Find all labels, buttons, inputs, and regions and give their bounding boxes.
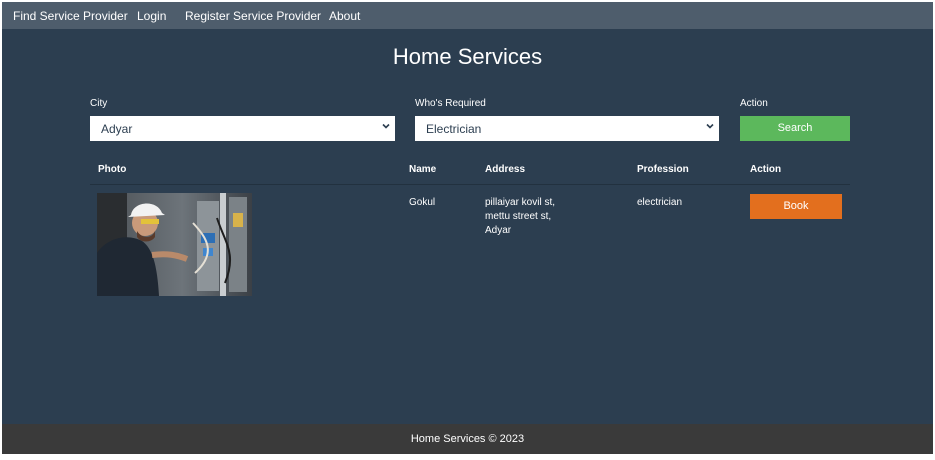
- address-line: pillaiyar kovil st,: [485, 197, 556, 208]
- city-select-value: Adyar: [101, 122, 133, 136]
- navbar: Find Service Provider Login Register Ser…: [2, 2, 933, 29]
- nav-find-service-provider[interactable]: Find Service Provider: [13, 9, 128, 23]
- header-photo: Photo: [98, 164, 127, 175]
- table-divider: [90, 184, 850, 185]
- provider-profession: electrician: [637, 197, 683, 208]
- nav-register-service-provider[interactable]: Register Service Provider: [185, 9, 321, 23]
- header-profession: Profession: [637, 164, 689, 175]
- nav-about[interactable]: About: [329, 9, 360, 23]
- chevron-down-icon: [706, 123, 714, 129]
- address-line: mettu street st,: [485, 211, 552, 222]
- required-label: Who's Required: [415, 98, 486, 109]
- search-button[interactable]: Search: [740, 116, 850, 141]
- provider-address: pillaiyar kovil st, mettu street st, Ady…: [485, 196, 555, 238]
- page-title: Home Services: [392, 44, 543, 69]
- header-address: Address: [485, 164, 526, 175]
- header-name: Name: [409, 164, 437, 175]
- action-label: Action: [740, 98, 768, 109]
- required-select-value: Electrician: [426, 122, 482, 136]
- app-frame: Find Service Provider Login Register Ser…: [2, 2, 933, 454]
- required-select[interactable]: Electrician: [415, 116, 719, 141]
- nav-login[interactable]: Login: [137, 9, 166, 23]
- provider-name: Gokul: [409, 197, 436, 208]
- chevron-down-icon: [382, 123, 390, 129]
- address-line: Adyar: [485, 225, 512, 236]
- city-label: City: [90, 98, 108, 109]
- header-action: Action: [750, 164, 782, 175]
- provider-photo: [97, 193, 252, 296]
- city-select[interactable]: Adyar: [90, 116, 395, 141]
- footer: Home Services © 2023: [2, 424, 933, 454]
- book-button[interactable]: Book: [750, 194, 842, 219]
